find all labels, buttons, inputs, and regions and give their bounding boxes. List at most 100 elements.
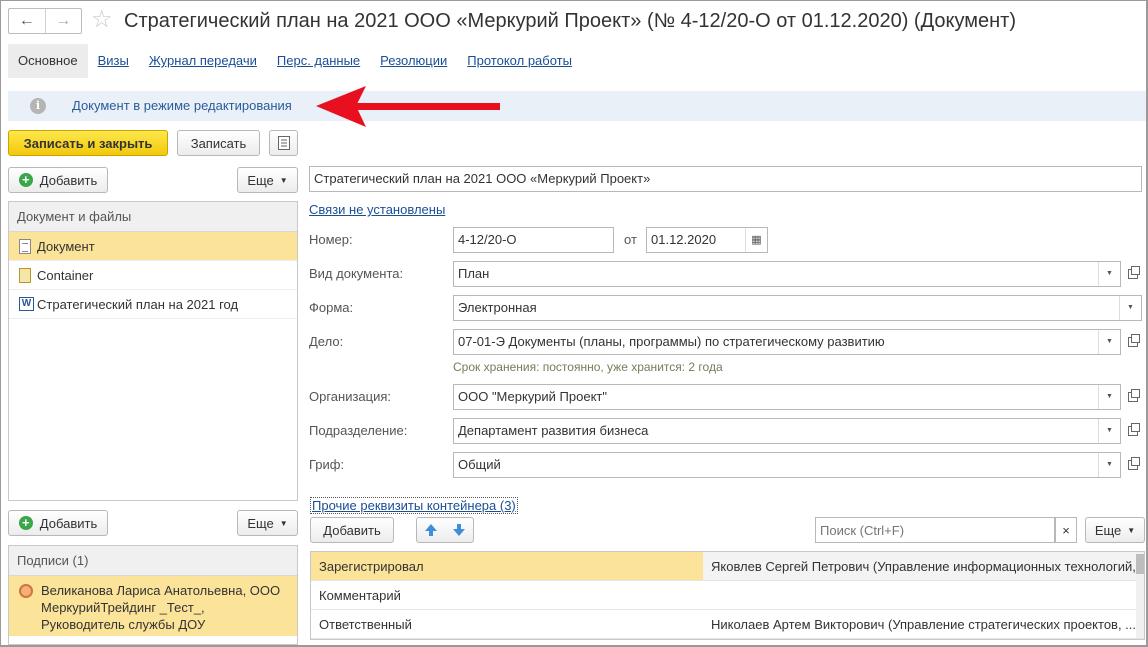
- container-icon: [19, 268, 31, 283]
- doc-type-label: Вид документа:: [309, 266, 404, 281]
- files-panel-header: Документ и файлы: [9, 202, 297, 232]
- files-more-button[interactable]: Еще ▼: [237, 167, 298, 193]
- window-title: Стратегический план на 2021 ООО «Меркури…: [124, 10, 1016, 32]
- file-item-label: Документ: [37, 239, 95, 254]
- open-window-icon: [1128, 423, 1140, 436]
- prop-name: Комментарий: [319, 588, 401, 603]
- signature-item[interactable]: Великанова Лариса Анатольевна, ООО Мерку…: [9, 576, 297, 636]
- add-file-label: Добавить: [39, 172, 98, 188]
- open-window-icon: [1128, 389, 1140, 402]
- favorite-star-icon[interactable]: ☆: [91, 6, 113, 34]
- prop-value: Николаев Артем Викторович (Управление ст…: [711, 617, 1137, 632]
- chevron-down-icon[interactable]: ▼: [1098, 330, 1120, 354]
- case-select[interactable]: 07-01-Э Документы (планы, программы) по …: [453, 329, 1121, 355]
- info-bar: i Документ в режиме редактирования: [8, 91, 1146, 121]
- number-field[interactable]: 4-12/20-О: [453, 227, 614, 253]
- prop-name: Ответственный: [319, 617, 412, 632]
- props-more-button[interactable]: Еще ▼: [1085, 517, 1145, 543]
- table-row[interactable]: Ответственный Николаев Артем Викторович …: [311, 610, 1144, 639]
- signatures-panel-header: Подписи (1): [9, 546, 297, 576]
- files-panel: Документ и файлы Документ Container W Ст…: [8, 201, 298, 501]
- calendar-icon[interactable]: ▦: [745, 228, 767, 252]
- table-row[interactable]: Комментарий: [311, 581, 1144, 610]
- open-window-icon: [1128, 457, 1140, 470]
- classification-value: Общий: [458, 457, 501, 472]
- plus-icon: +: [18, 173, 33, 187]
- case-label: Дело:: [309, 334, 344, 349]
- list-icon: [277, 136, 290, 150]
- date-field[interactable]: 01.12.2020 ▦: [646, 227, 768, 253]
- date-from-label: от: [624, 232, 637, 247]
- department-label: Подразделение:: [309, 423, 408, 438]
- signature-item-label: Великанова Лариса Анатольевна, ООО Мерку…: [41, 583, 281, 632]
- open-doc-type-button[interactable]: [1122, 261, 1144, 287]
- open-department-button[interactable]: [1122, 418, 1144, 444]
- forward-arrow-icon[interactable]: →: [44, 9, 82, 33]
- open-case-button[interactable]: [1122, 329, 1144, 355]
- tab-visas[interactable]: Визы: [88, 44, 139, 78]
- storage-period-hint: Срок хранения: постоянно, уже хранится: …: [453, 360, 723, 374]
- back-arrow-icon[interactable]: ←: [9, 9, 45, 33]
- links-link[interactable]: Связи не установлены: [309, 202, 445, 217]
- tab-transfer-log[interactable]: Журнал передачи: [139, 44, 267, 78]
- print-list-button[interactable]: [269, 130, 298, 156]
- date-value: 01.12.2020: [651, 232, 717, 247]
- file-item-label: Стратегический план на 2021 год: [37, 297, 239, 312]
- scrollbar-thumb[interactable]: [1136, 554, 1144, 574]
- add-prop-button[interactable]: Добавить: [310, 517, 394, 543]
- signatures-more-label: Еще: [247, 515, 274, 531]
- file-item-container[interactable]: Container: [9, 261, 297, 290]
- word-file-icon: W: [19, 297, 34, 311]
- tab-resolutions[interactable]: Резолюции: [370, 44, 457, 78]
- tab-personal-data[interactable]: Перс. данные: [267, 44, 370, 78]
- red-arrow-icon: [316, 86, 500, 127]
- container-props-link[interactable]: Прочие реквизиты контейнера (3): [310, 497, 518, 514]
- organization-select[interactable]: ООО "Меркурий Проект" ▼: [453, 384, 1121, 410]
- document-name-field[interactable]: Стратегический план на 2021 ООО «Меркури…: [309, 166, 1142, 192]
- add-signature-label: Добавить: [39, 515, 98, 531]
- arrow-down-icon[interactable]: [452, 523, 466, 537]
- file-item-document[interactable]: Документ: [9, 232, 297, 261]
- clear-search-button[interactable]: ×: [1055, 517, 1077, 543]
- signatures-more-button[interactable]: Еще ▼: [237, 510, 298, 536]
- tab-main[interactable]: Основное: [8, 44, 88, 78]
- open-classification-button[interactable]: [1122, 452, 1144, 478]
- prop-value: Яковлев Сергей Петрович (Управление инфо…: [703, 552, 1144, 580]
- tab-work-log[interactable]: Протокол работы: [457, 44, 582, 78]
- search-input[interactable]: [815, 517, 1055, 543]
- chevron-down-icon[interactable]: ▼: [1098, 262, 1120, 286]
- document-icon: [19, 239, 31, 254]
- classification-select[interactable]: Общий ▼: [453, 452, 1121, 478]
- add-file-button[interactable]: + Добавить: [8, 167, 108, 193]
- department-value: Департамент развития бизнеса: [458, 423, 649, 438]
- organization-label: Организация:: [309, 389, 392, 404]
- case-value: 07-01-Э Документы (планы, программы) по …: [458, 334, 885, 349]
- save-and-close-button[interactable]: Записать и закрыть: [8, 130, 168, 156]
- tab-bar: Основное Визы Журнал передачи Перс. данн…: [8, 44, 582, 78]
- form-type-select[interactable]: Электронная ▼: [453, 295, 1142, 321]
- chevron-down-icon: ▼: [1127, 525, 1136, 535]
- arrow-up-icon[interactable]: [424, 523, 438, 537]
- file-item-label: Container: [37, 268, 94, 283]
- department-select[interactable]: Департамент развития бизнеса ▼: [453, 418, 1121, 444]
- chevron-down-icon: ▼: [279, 175, 288, 185]
- form-type-value: Электронная: [458, 300, 537, 315]
- container-props-table: Зарегистрировал Яковлев Сергей Петрович …: [310, 551, 1145, 640]
- open-window-icon: [1128, 266, 1140, 279]
- doc-type-select[interactable]: План ▼: [453, 261, 1121, 287]
- doc-type-value: План: [458, 266, 490, 281]
- chevron-down-icon[interactable]: ▼: [1098, 453, 1120, 477]
- file-item-word[interactable]: W Стратегический план на 2021 год: [9, 290, 297, 319]
- chevron-down-icon[interactable]: ▼: [1119, 296, 1141, 320]
- signature-seal-icon: [19, 584, 33, 598]
- chevron-down-icon[interactable]: ▼: [1098, 419, 1120, 443]
- save-button[interactable]: Записать: [177, 130, 260, 156]
- signatures-panel: Подписи (1) Великанова Лариса Анатольевн…: [8, 545, 298, 645]
- table-row[interactable]: Зарегистрировал Яковлев Сергей Петрович …: [311, 552, 1144, 581]
- add-signature-button[interactable]: + Добавить: [8, 510, 108, 536]
- chevron-down-icon[interactable]: ▼: [1098, 385, 1120, 409]
- open-organization-button[interactable]: [1122, 384, 1144, 410]
- chevron-down-icon: ▼: [279, 518, 288, 528]
- table-scrollbar[interactable]: [1136, 552, 1144, 638]
- open-window-icon: [1128, 334, 1140, 347]
